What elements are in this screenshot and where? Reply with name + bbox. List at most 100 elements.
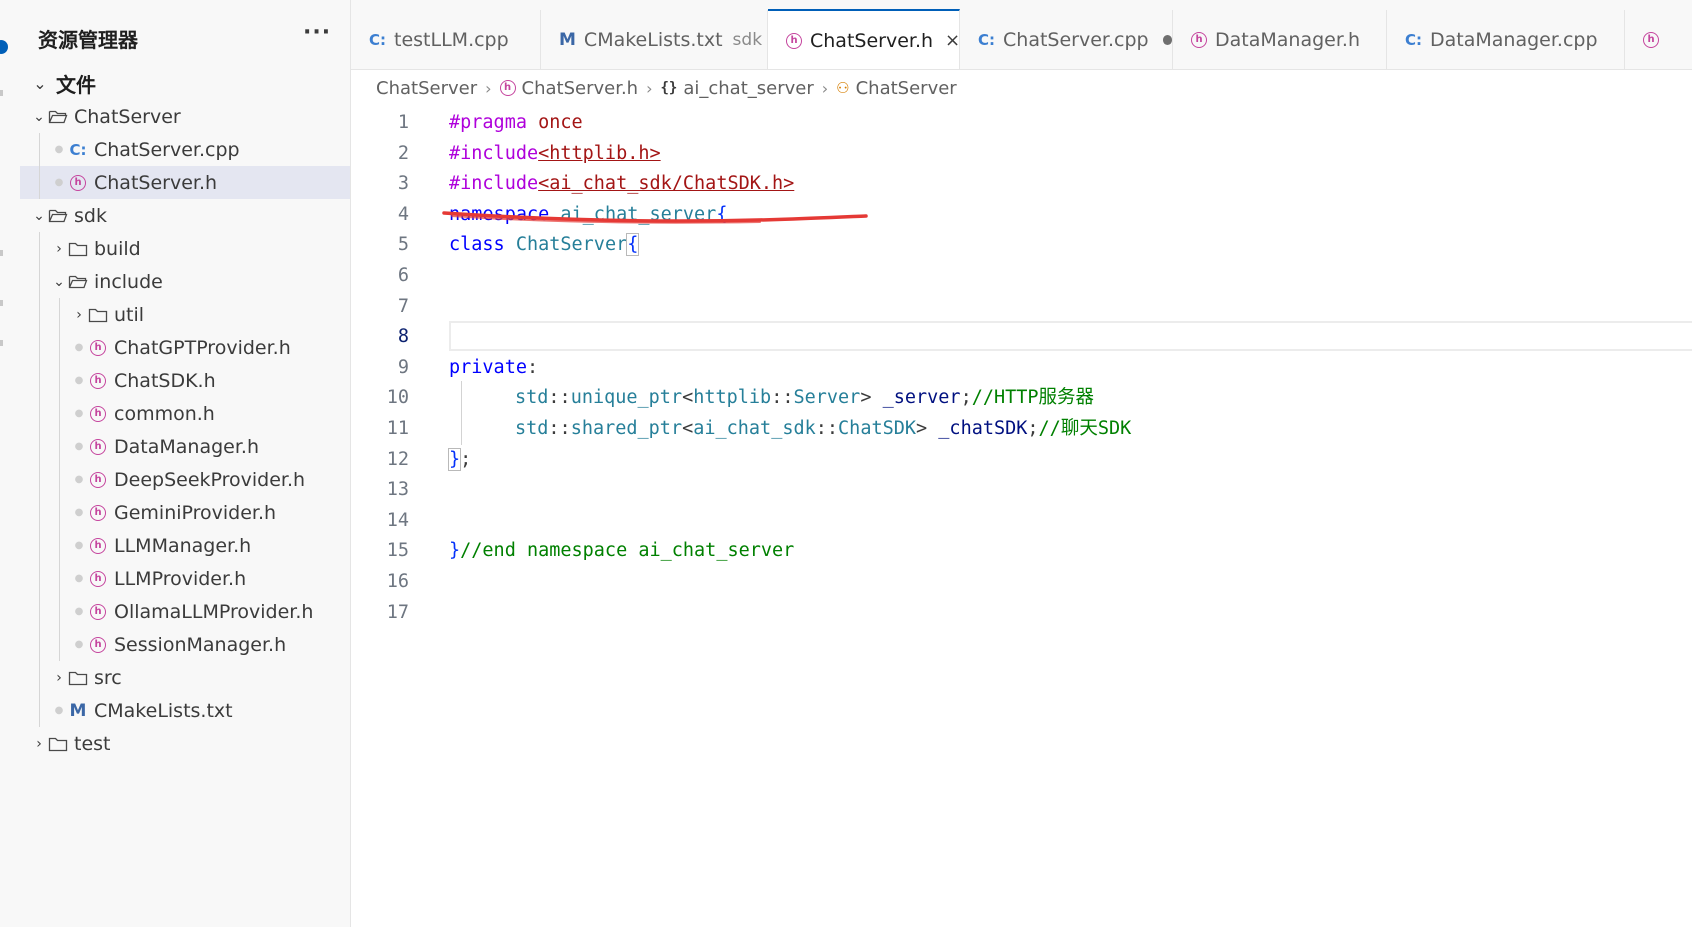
code-token: <httplib.h> <box>538 142 661 164</box>
tab-label: DataManager.cpp <box>1430 29 1598 51</box>
line-number: 11 <box>386 418 409 439</box>
tree-item[interactable]: ⌄ ChatServer <box>20 100 350 133</box>
file-dot-icon: ● <box>54 705 64 716</box>
code-token: ai_chat_sdk <box>693 418 816 439</box>
tree-item[interactable]: ● M CMakeLists.txt <box>20 694 350 727</box>
code-line[interactable]: 1 #pragma once <box>351 106 1692 139</box>
chevron-right-icon: › <box>646 78 653 98</box>
code-token: #pragma <box>449 112 527 133</box>
line-number: 4 <box>397 203 409 225</box>
line-number: 1 <box>397 112 409 133</box>
code-token: { <box>716 203 728 225</box>
breadcrumb-item[interactable]: {} ai_chat_server <box>660 78 813 99</box>
editor-tab[interactable]: M CMakeLists.txt sdk <box>541 10 768 69</box>
code-line[interactable]: 5 class ChatServer{ <box>351 228 1692 261</box>
code-line[interactable]: 17 <box>351 596 1692 629</box>
current-line-highlight <box>449 321 1692 352</box>
code-token: : <box>526 356 539 378</box>
tree-item[interactable]: ● h ChatGPTProvider.h <box>20 331 350 364</box>
tree-item[interactable]: › test <box>20 727 350 760</box>
indent-guide <box>59 496 60 529</box>
tree-item[interactable]: ● h DeepSeekProvider.h <box>20 463 350 496</box>
editor-tab[interactable]: C: DataManager.cpp <box>1387 10 1625 69</box>
code-line[interactable]: 13 <box>351 473 1692 506</box>
code-line[interactable]: 14 <box>351 504 1692 537</box>
code-line[interactable]: 10 std::unique_ptr<httplib::Server> _serv… <box>351 381 1692 415</box>
tree-item[interactable]: ⌄ sdk <box>20 199 350 232</box>
tree-item[interactable]: ● C: ChatServer.cpp <box>20 133 350 166</box>
tree-item[interactable]: ● h OllamaLLMProvider.h <box>20 595 350 628</box>
file-dot-icon: ● <box>74 573 84 584</box>
line-number: 14 <box>386 509 409 531</box>
editor-tab[interactable]: h DataManager.h <box>1173 10 1387 69</box>
code-line[interactable]: 3 #include<ai_chat_sdk/ChatSDK.h> <box>351 167 1692 200</box>
file-dot-icon: ● <box>74 408 84 419</box>
chevron-down-icon: ⌄ <box>53 273 65 290</box>
header-file-icon: h <box>90 603 106 620</box>
editor-tab[interactable]: C: ChatServer.cpp <box>960 10 1173 69</box>
indent-guide <box>461 381 462 415</box>
file-dot-icon: ● <box>74 639 84 650</box>
tree-item[interactable]: ● h common.h <box>20 397 350 430</box>
indent-guide <box>59 463 60 496</box>
folder-icon <box>68 242 88 256</box>
code-token: #include <box>449 173 539 195</box>
activity-marker <box>0 90 3 96</box>
notification-badge-icon[interactable] <box>0 40 8 54</box>
tree-item-label: GeminiProvider.h <box>114 501 277 524</box>
code-line[interactable]: 9 private: <box>351 351 1692 384</box>
header-file-icon: h <box>90 537 106 554</box>
tree-item[interactable]: › util <box>20 298 350 331</box>
file-dot-icon: ● <box>54 177 64 188</box>
tree-item-label: util <box>114 303 145 326</box>
code-line[interactable]: 8 <box>351 320 1692 353</box>
tree-item[interactable]: ● h DataManager.h <box>20 430 350 463</box>
code-text: #pragma once <box>449 106 583 139</box>
code-token: :: <box>771 387 794 409</box>
tree-item[interactable]: ● h LLMManager.h <box>20 529 350 562</box>
breadcrumb-item[interactable]: ⚇ ChatServer <box>836 78 957 99</box>
code-text: std::unique_ptr<httplib::Server> _server… <box>515 381 1094 414</box>
tree-item[interactable]: ⌄ include <box>20 265 350 298</box>
code-line[interactable]: 7 <box>351 290 1692 323</box>
indent-guide <box>59 628 60 661</box>
breadcrumb-item[interactable]: h ChatServer.h <box>499 78 638 99</box>
editor-tab[interactable]: h ChatServer.h × <box>768 9 960 69</box>
indent-guide <box>39 298 40 331</box>
tree-item[interactable]: ● h GeminiProvider.h <box>20 496 350 529</box>
code-editor[interactable]: 1 #pragma once 2 #include<httplib.h> 3 #inclu… <box>351 106 1692 927</box>
more-actions-button[interactable]: ··· <box>303 20 331 45</box>
files-section-header[interactable]: ⌄ 文件 <box>30 68 96 98</box>
tree-item[interactable]: ● h ChatSDK.h <box>20 364 350 397</box>
tree-item[interactable]: › build <box>20 232 350 265</box>
line-number: 17 <box>386 601 409 623</box>
code-line[interactable]: 2 #include<httplib.h> <box>351 137 1692 170</box>
folder-open-icon <box>48 209 68 222</box>
tree-item[interactable]: › src <box>20 661 350 694</box>
chevron-right-icon: › <box>821 78 829 98</box>
line-number: 16 <box>386 571 409 592</box>
tree-item[interactable]: ● h ChatServer.h <box>20 166 350 199</box>
editor-tab[interactable]: C: testLLM.cpp <box>351 10 541 69</box>
editor-tab-bar: C: testLLM.cpp M CMakeLists.txt sdk h ChatServ… <box>351 0 1692 70</box>
tree-item[interactable]: ● h SessionManager.h <box>20 628 350 661</box>
chevron-down-icon: ⌄ <box>33 108 45 125</box>
overflow-tab[interactable]: h <box>1625 10 1692 69</box>
code-line[interactable]: 16 <box>351 565 1692 598</box>
indent-guide <box>39 661 40 694</box>
tree-item[interactable]: ● h LLMProvider.h <box>20 562 350 595</box>
code-token: _chatSDK <box>938 418 1028 439</box>
breadcrumb-item[interactable]: ChatServer <box>376 78 477 99</box>
line-number: 8 <box>397 326 409 348</box>
code-line[interactable]: 6 <box>351 259 1692 292</box>
indent-guide <box>59 364 60 397</box>
code-line[interactable]: 12}; <box>351 443 1692 476</box>
cpp-file-icon: C: <box>369 31 387 49</box>
close-tab-icon[interactable]: × <box>945 30 960 51</box>
code-line[interactable]: 11 std::shared_ptr<ai_chat_sdk::ChatSDK> … <box>351 412 1692 445</box>
code-line[interactable]: 4 namespace ai_chat_server{ <box>351 198 1692 231</box>
code-line[interactable]: 15}//end namespace ai_chat_server <box>351 534 1692 567</box>
code-text: class ChatServer{ <box>449 228 640 261</box>
line-number: 7 <box>397 295 409 317</box>
